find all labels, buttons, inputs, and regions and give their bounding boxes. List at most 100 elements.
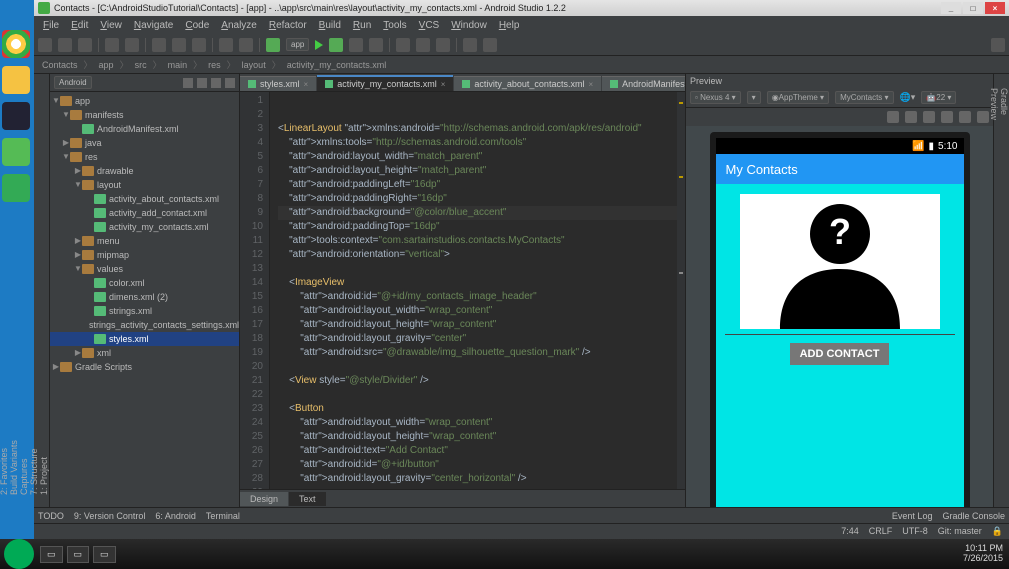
open-icon[interactable]	[38, 38, 52, 52]
orientation-selector[interactable]: ▾	[747, 91, 761, 104]
back-icon[interactable]	[219, 38, 233, 52]
menu-edit[interactable]: Edit	[66, 18, 93, 33]
tree-file[interactable]: activity_about_contacts.xml	[50, 192, 239, 206]
taskbar-item[interactable]: ▭	[67, 546, 90, 563]
chrome-icon[interactable]	[2, 30, 30, 58]
tree-file[interactable]: activity_my_contacts.xml	[50, 220, 239, 234]
tree-file[interactable]: AndroidManifest.xml	[50, 122, 239, 136]
project-tool-tab[interactable]: 1: Project	[39, 84, 49, 499]
paste-icon[interactable]	[192, 38, 206, 52]
zoom-out-icon[interactable]	[923, 111, 935, 123]
event-log-tab[interactable]: Event Log	[892, 511, 933, 521]
close-tab-icon[interactable]: ×	[588, 80, 593, 89]
tree-file[interactable]: strings_activity_contacts_settings.xml	[50, 318, 239, 332]
tree-folder[interactable]: ▼layout	[50, 178, 239, 192]
menu-file[interactable]: File	[38, 18, 64, 33]
editor-tab[interactable]: styles.xml×	[240, 76, 316, 91]
screenshot-icon[interactable]	[959, 111, 971, 123]
tree-folder[interactable]: ▶drawable	[50, 164, 239, 178]
tree-folder[interactable]: ▶menu	[50, 234, 239, 248]
make-project-icon[interactable]	[266, 38, 280, 52]
tree-folder[interactable]: ▶Gradle Scripts	[50, 360, 239, 374]
editor-mode-tab-text[interactable]: Text	[289, 492, 326, 506]
locale-icon[interactable]: 🌐▾	[900, 92, 916, 103]
undo-icon[interactable]	[105, 38, 119, 52]
gradle-console-tab[interactable]: Gradle Console	[942, 511, 1005, 521]
settings-icon[interactable]	[463, 38, 477, 52]
editor-tab[interactable]: activity_about_contacts.xml×	[454, 76, 601, 91]
debug-icon[interactable]	[329, 38, 343, 52]
collapse-all-icon[interactable]	[197, 78, 207, 88]
device-selector[interactable]: ▫ Nexus 4 ▾	[690, 91, 741, 104]
search-icon[interactable]	[991, 38, 1005, 52]
menu-refactor[interactable]: Refactor	[264, 18, 312, 33]
lock-icon[interactable]: 🔒	[992, 526, 1003, 537]
tree-folder[interactable]: ▼manifests	[50, 108, 239, 122]
menu-tools[interactable]: Tools	[378, 18, 411, 33]
avd-manager-icon[interactable]	[396, 38, 410, 52]
refresh-icon[interactable]	[941, 111, 953, 123]
error-stripe[interactable]	[677, 92, 685, 489]
gear-icon[interactable]	[211, 78, 221, 88]
tree-file[interactable]: dimens.xml (2)	[50, 290, 239, 304]
favorites-tool-tab[interactable]: 2: Favorites	[0, 84, 9, 499]
taskbar-item[interactable]: ▭	[93, 546, 116, 563]
window-maximize-button[interactable]: □	[963, 2, 983, 14]
hide-icon[interactable]	[225, 78, 235, 88]
breadcrumb-segment[interactable]: activity_my_contacts.xml	[285, 60, 389, 70]
activity-selector[interactable]: MyContacts ▾	[835, 91, 893, 104]
code-editor[interactable]: 1234567891011121314151617181920212223242…	[240, 92, 685, 489]
menu-help[interactable]: Help	[494, 18, 525, 33]
api-selector[interactable]: 🤖22 ▾	[921, 91, 956, 104]
run-icon[interactable]	[315, 40, 323, 50]
project-tree[interactable]: ▼app▼manifestsAndroidManifest.xml▶java▼r…	[50, 92, 239, 507]
zoom-fit-icon[interactable]	[887, 111, 899, 123]
breadcrumb-segment[interactable]: app	[97, 60, 116, 70]
sync-icon[interactable]	[78, 38, 92, 52]
tree-folder[interactable]: ▶java	[50, 136, 239, 150]
menu-window[interactable]: Window	[446, 18, 492, 33]
ddms-icon[interactable]	[436, 38, 450, 52]
settings-preview-icon[interactable]	[977, 111, 989, 123]
tree-folder[interactable]: ▼app	[50, 94, 239, 108]
bottom-tool-tab[interactable]: TODO	[38, 511, 64, 521]
bottom-tool-tab[interactable]: 9: Version Control	[74, 511, 146, 521]
menu-code[interactable]: Code	[180, 18, 214, 33]
captures-tool-tab[interactable]: Captures	[19, 84, 29, 499]
stop-icon[interactable]	[369, 38, 383, 52]
line-separator[interactable]: CRLF	[869, 526, 893, 537]
git-branch[interactable]: Git: master	[938, 526, 982, 537]
sdk-manager-icon[interactable]	[416, 38, 430, 52]
preview-tool-tab[interactable]: Preview	[989, 84, 999, 499]
theme-selector[interactable]: ◉AppTheme ▾	[767, 91, 829, 104]
help-icon[interactable]	[483, 38, 497, 52]
close-tab-icon[interactable]: ×	[304, 80, 309, 89]
scroll-from-source-icon[interactable]	[183, 78, 193, 88]
menu-analyze[interactable]: Analyze	[216, 18, 262, 33]
taskbar-item[interactable]: ▭	[40, 546, 63, 563]
window-close-button[interactable]: ×	[985, 2, 1005, 14]
bottom-tool-tab[interactable]: 6: Android	[155, 511, 196, 521]
code-content[interactable]: <LinearLayout "attr">xmlns:android="http…	[270, 92, 685, 489]
tree-folder[interactable]: ▼res	[50, 150, 239, 164]
project-view-selector[interactable]: Android	[54, 76, 92, 89]
system-clock[interactable]: 10:11 PM 7/26/2015	[963, 544, 1003, 564]
menu-vcs[interactable]: VCS	[414, 18, 445, 33]
breadcrumb-segment[interactable]: res	[206, 60, 223, 70]
structure-tool-tab[interactable]: 7: Structure	[29, 84, 39, 499]
tree-file[interactable]: activity_add_contact.xml	[50, 206, 239, 220]
run-config-selector[interactable]: app	[286, 38, 309, 51]
gradle-tool-tab[interactable]: Gradle	[999, 84, 1009, 499]
menu-build[interactable]: Build	[314, 18, 346, 33]
zoom-in-icon[interactable]	[905, 111, 917, 123]
menu-navigate[interactable]: Navigate	[129, 18, 178, 33]
breadcrumb-segment[interactable]: main	[166, 60, 190, 70]
breadcrumb-segment[interactable]: Contacts	[40, 60, 80, 70]
tree-file[interactable]: color.xml	[50, 276, 239, 290]
tree-folder[interactable]: ▼values	[50, 262, 239, 276]
build-variants-tool-tab[interactable]: Build Variants	[9, 304, 19, 499]
breadcrumb-segment[interactable]: layout	[240, 60, 268, 70]
file-encoding[interactable]: UTF-8	[902, 526, 928, 537]
menu-run[interactable]: Run	[348, 18, 376, 33]
menu-view[interactable]: View	[95, 18, 127, 33]
